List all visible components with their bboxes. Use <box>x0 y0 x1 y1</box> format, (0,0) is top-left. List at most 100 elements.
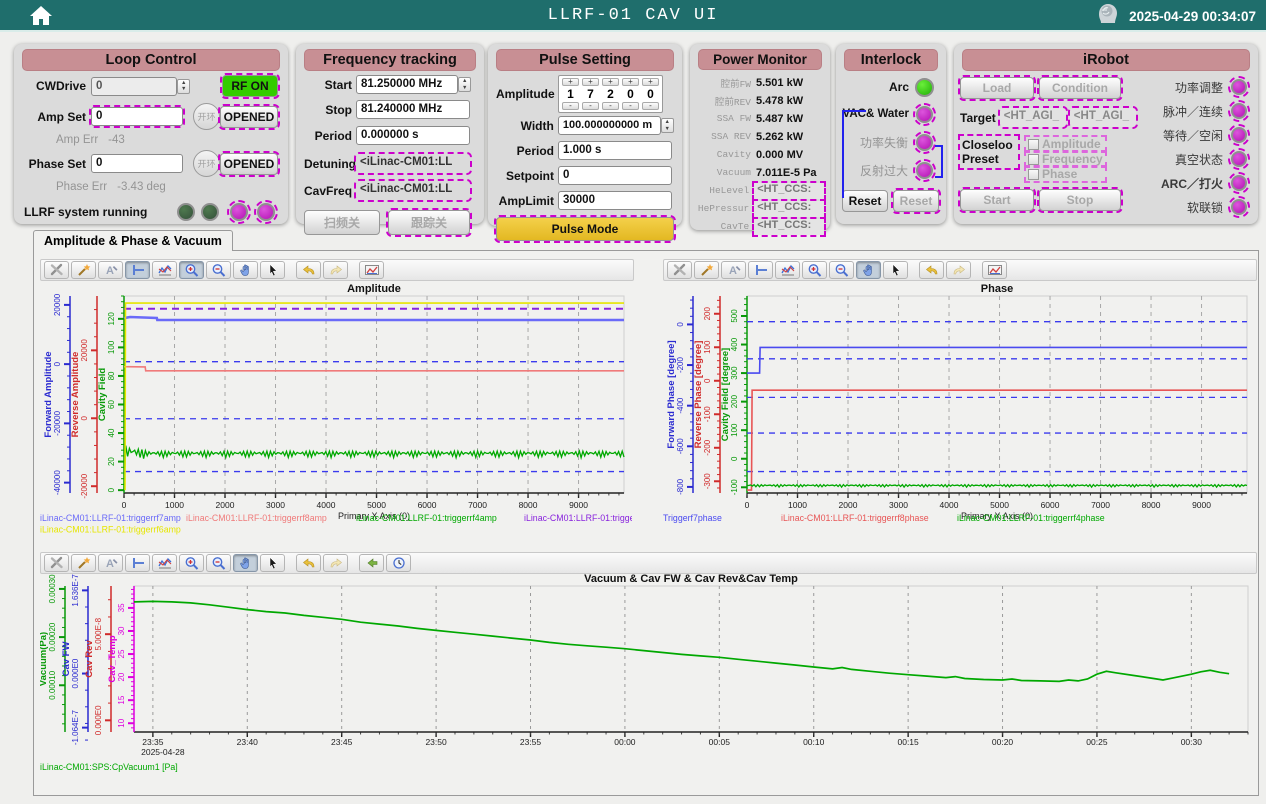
toolbar-pointer-button[interactable] <box>260 554 285 572</box>
phase-opened-button[interactable]: OPENED <box>220 153 278 175</box>
digit-up-button[interactable]: + <box>622 78 639 86</box>
llrf-running-label: LLRF system running <box>24 205 147 219</box>
digit-up-button[interactable]: + <box>642 78 659 86</box>
reflect-high-led <box>913 159 936 182</box>
toolbar-redo-button[interactable] <box>323 554 348 572</box>
digit-up-button[interactable]: + <box>562 78 579 86</box>
toolbar-trace-button[interactable] <box>775 261 800 279</box>
toolbar-back-button[interactable] <box>359 554 384 572</box>
toolbar-wand-button[interactable] <box>71 554 96 572</box>
digit-down-button[interactable]: - <box>582 102 599 110</box>
amplimit-input[interactable]: 30000 <box>558 191 672 210</box>
toolbar-redo-button[interactable] <box>323 261 348 279</box>
cwdrive-spinner[interactable]: ▲▼ <box>177 79 190 94</box>
pm-label: CavTe <box>696 221 754 232</box>
toolbar-pan-button[interactable] <box>233 261 258 279</box>
vac-water-led <box>913 103 936 126</box>
amp-set-input[interactable]: 0 <box>91 107 183 126</box>
track-off-button[interactable]: 跟踪关 <box>388 210 470 235</box>
amplitude-chart[interactable]: A Amplitude010002000300040005000600070008… <box>40 259 634 549</box>
setpoint-input[interactable]: 0 <box>558 166 672 185</box>
toolbar-undo-button[interactable] <box>296 554 321 572</box>
toolbar-annotation-button[interactable]: A <box>721 261 746 279</box>
digit-down-button[interactable]: - <box>602 102 619 110</box>
digit-down-button[interactable]: - <box>642 102 659 110</box>
toolbar-config-button[interactable] <box>44 554 69 572</box>
toolbar-pan-button[interactable] <box>856 261 881 279</box>
toolbar-pan-button[interactable] <box>233 554 258 572</box>
svg-text:Amplitude: Amplitude <box>347 283 401 295</box>
pm-label: SSA REV <box>696 131 756 142</box>
svg-text:4000: 4000 <box>317 500 336 510</box>
pulse-period-input[interactable]: 1.000 s <box>558 141 672 160</box>
toolbar-trace-button[interactable] <box>152 261 177 279</box>
ai-head-icon[interactable] <box>1095 1 1121 32</box>
cwdrive-input[interactable]: 0 <box>91 77 177 96</box>
stop-input[interactable]: 81.240000 MHz <box>356 100 470 119</box>
pm-label: HeLevel <box>696 185 754 196</box>
toolbar-zoom-in-button[interactable] <box>179 554 204 572</box>
reset-button[interactable]: Reset <box>842 190 888 212</box>
closeloop-amplitude-checkbox[interactable]: Amplitude <box>1026 137 1105 151</box>
amplitude-digit-spinner[interactable]: +1- +7- +2- +0- +0- <box>558 75 663 113</box>
toolbar-undo-button[interactable] <box>919 261 944 279</box>
tab-amplitude-phase-vacuum[interactable]: Amplitude & Phase & Vacuum <box>33 230 233 251</box>
toolbar-clock-button[interactable] <box>386 554 411 572</box>
chart-plot[interactable]: Phase01000200030004000500060007000800090… <box>663 281 1255 547</box>
digit-down-button[interactable]: - <box>622 102 639 110</box>
digit-up-button[interactable]: + <box>602 78 619 86</box>
toolbar-annotation-button[interactable]: A <box>98 261 123 279</box>
start-spinner[interactable]: ▲▼ <box>458 77 471 92</box>
toolbar-redo-button[interactable] <box>946 261 971 279</box>
toolbar-zoom-out-button[interactable] <box>206 554 231 572</box>
toolbar-wand-button[interactable] <box>694 261 719 279</box>
start-button[interactable]: Start <box>960 189 1034 211</box>
digit-up-button[interactable]: + <box>582 78 599 86</box>
toolbar-zoom-in-button[interactable] <box>802 261 827 279</box>
phase-open-loop-button[interactable]: 开环 <box>193 150 220 177</box>
svg-text:2000: 2000 <box>839 500 858 510</box>
stop-button[interactable]: Stop <box>1039 189 1121 211</box>
toolbar-undo-button[interactable] <box>296 261 321 279</box>
toolbar-axis-button[interactable] <box>125 261 150 279</box>
toolbar-zoom-out-button[interactable] <box>206 261 231 279</box>
toolbar-annotation-button[interactable]: A <box>98 554 123 572</box>
toolbar-config-button[interactable] <box>667 261 692 279</box>
pulse-mode-button[interactable]: Pulse Mode <box>496 217 674 241</box>
phase-set-input[interactable]: 0 <box>91 154 183 173</box>
sweep-off-button[interactable]: 扫频关 <box>304 210 380 235</box>
closeloop-phase-checkbox[interactable]: Phase <box>1026 167 1105 181</box>
start-input[interactable]: 81.250000 MHz <box>356 75 458 94</box>
toolbar-zoom-out-button[interactable] <box>829 261 854 279</box>
load-button[interactable]: Load <box>960 77 1034 99</box>
phase-chart[interactable]: A Phase0100020003000400050006000700080009… <box>663 259 1257 549</box>
chart-plot[interactable]: Vacuum & Cav FW & Cav Rev&Cav Temp23:352… <box>40 574 1253 790</box>
width-input[interactable]: 100.000000000 m <box>558 116 661 135</box>
vacuum-chart[interactable]: A Vacuum & Cav FW & Cav Rev&Cav Temp23:35… <box>40 552 1257 793</box>
toolbar-zoom-in-button[interactable] <box>179 261 204 279</box>
rf-on-button[interactable]: RF ON <box>222 75 278 97</box>
legend-entry: iLinac-CM01:LLRF-01:triggerrf8phase <box>781 513 929 523</box>
toolbar-axis-button[interactable] <box>125 554 150 572</box>
toolbar-config-button[interactable] <box>44 261 69 279</box>
toolbar-snapshot-button[interactable] <box>359 261 384 279</box>
svg-text:23:55: 23:55 <box>520 737 542 747</box>
closeloop-frequency-checkbox[interactable]: Frequency <box>1026 152 1105 166</box>
amp-open-loop-button[interactable]: 开环 <box>193 103 220 130</box>
toolbar-wand-button[interactable] <box>71 261 96 279</box>
toolbar-pointer-button[interactable] <box>260 261 285 279</box>
period-input[interactable]: 0.000000 s <box>356 126 470 145</box>
toolbar-snapshot-button[interactable] <box>982 261 1007 279</box>
toolbar-trace-button[interactable] <box>152 554 177 572</box>
legend-entry: iLinac-CM01:SPS:CpVacuum1 [Pa] <box>40 762 178 772</box>
amp-opened-button[interactable]: OPENED <box>220 106 278 128</box>
chart-plot[interactable]: Amplitude0100020003000400050006000700080… <box>40 281 632 547</box>
digit-down-button[interactable]: - <box>562 102 579 110</box>
width-spinner[interactable]: ▲▼ <box>661 118 674 133</box>
reset-remote-button[interactable]: Reset <box>893 190 939 212</box>
toolbar-axis-button[interactable] <box>748 261 773 279</box>
svg-text:A: A <box>106 265 114 277</box>
condition-button[interactable]: Condition <box>1039 77 1121 99</box>
svg-text:-40000: -40000 <box>53 470 62 495</box>
toolbar-pointer-button[interactable] <box>883 261 908 279</box>
